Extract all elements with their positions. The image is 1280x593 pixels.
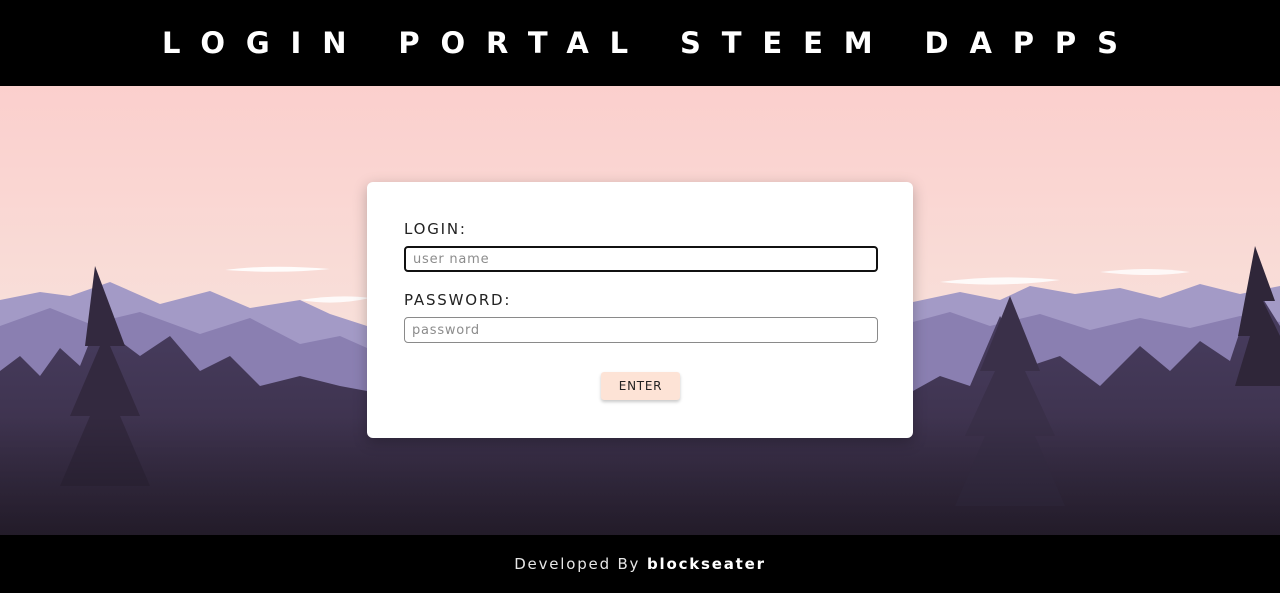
password-input[interactable] [404,317,878,343]
login-label: LOGIN: [404,220,467,238]
page-header: LOGIN PORTAL STEEM DAPPS [0,0,1280,86]
password-label: PASSWORD: [404,291,512,309]
enter-button[interactable]: ENTER [601,372,680,400]
login-card: LOGIN: PASSWORD: ENTER [367,182,913,438]
page-footer: Developed By blockseater [0,535,1280,593]
page-title: LOGIN PORTAL STEEM DAPPS [162,26,1139,60]
username-input[interactable] [404,246,878,272]
footer-author: blockseater [646,555,766,573]
footer-credit-prefix: Developed By [514,555,641,573]
